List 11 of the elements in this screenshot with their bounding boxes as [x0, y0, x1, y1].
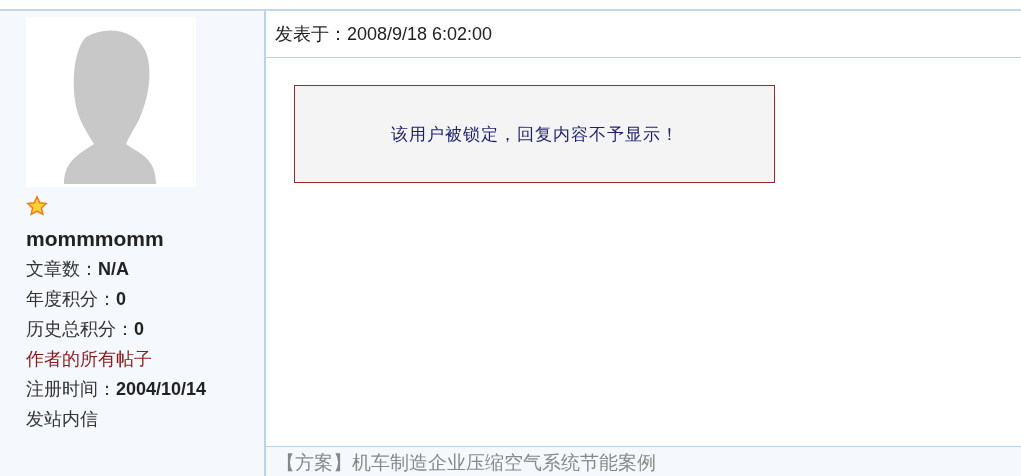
author-stat: 历史总积分：0	[26, 318, 145, 341]
author-stat: 文章数：N/A	[26, 258, 130, 281]
author-stat: 注册时间：2004/10/14	[26, 378, 208, 401]
avatar-icon	[26, 17, 196, 187]
star-icon	[26, 195, 48, 217]
author-posts-link[interactable]: 作者的所有帖子	[26, 344, 264, 374]
author-name: mommmomm	[26, 226, 165, 252]
message-link[interactable]: 发站内信	[26, 404, 264, 434]
post-date: 发表于：2008/9/18 6:02:00	[266, 11, 1021, 58]
author-stat: 年度积分：0	[26, 288, 127, 311]
locked-notice: 该用户被锁定，回复内容不予显示！	[294, 85, 775, 183]
